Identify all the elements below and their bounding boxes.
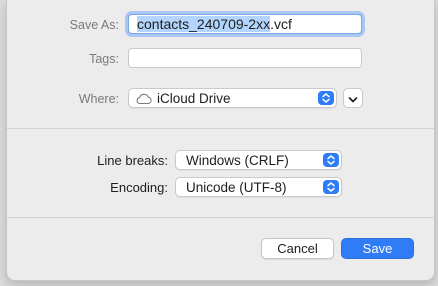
line-breaks-label: Line breaks: [97,153,168,168]
cancel-button[interactable]: Cancel [261,238,334,259]
line-breaks-stepper [323,153,339,167]
where-popup[interactable]: iCloud Drive [128,88,337,108]
tags-field[interactable] [128,48,362,68]
filename-field[interactable]: contacts_240709-2xx.vcf [128,14,362,34]
save-button[interactable]: Save [341,238,414,259]
tags-label: Tags: [89,52,119,66]
encoding-value: Unicode (UTF-8) [186,180,287,195]
encoding-popup[interactable]: Unicode (UTF-8) [175,177,342,197]
expand-browser-button[interactable] [343,88,363,108]
where-label: Where: [78,92,119,106]
save-as-label: Save As: [69,18,119,32]
encoding-label: Encoding: [110,180,168,195]
filename-extension: .vcf [270,16,292,32]
line-breaks-popup[interactable]: Windows (CRLF) [175,150,342,170]
chevron-down-icon [347,93,359,108]
filename-selected-text: contacts_240709-2xx [137,16,271,32]
save-sheet: Save As: contacts_240709-2xx.vcf Tags: W… [6,0,435,281]
where-location-text: iCloud Drive [157,91,231,106]
where-stepper [318,91,334,105]
encoding-stepper [323,180,339,194]
bottom-divider [7,217,434,218]
cloud-icon [135,92,153,108]
top-divider [7,128,434,129]
line-breaks-value: Windows (CRLF) [186,153,289,168]
